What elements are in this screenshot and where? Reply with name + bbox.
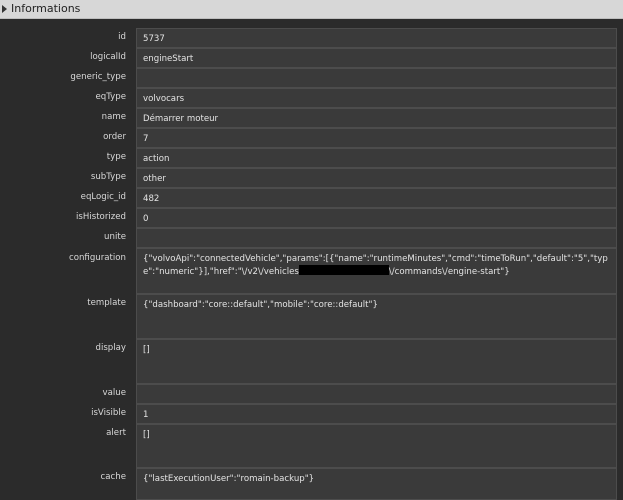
row-generic-type: generic_type	[0, 68, 623, 88]
value-name: Démarrer moteur	[136, 108, 617, 128]
row-type: type action	[0, 148, 623, 168]
value-template: {"dashboard":"core::default","mobile":"c…	[136, 294, 617, 339]
value-cache: {"lastExecutionUser":"romain-backup"}	[136, 468, 617, 500]
label-id: id	[118, 32, 126, 42]
value-generic-type	[136, 68, 617, 88]
row-value: value	[0, 384, 623, 404]
label-ishistorized: isHistorized	[76, 212, 126, 222]
label-order: order	[103, 132, 126, 142]
value-isvisible: 1	[136, 404, 617, 424]
row-cache: cache {"lastExecutionUser":"romain-backu…	[0, 468, 623, 500]
row-alert: alert []	[0, 424, 623, 468]
row-eqlogic-id: eqLogic_id 482	[0, 188, 623, 208]
value-eqtype: volvocars	[136, 88, 617, 108]
label-isvisible: isVisible	[91, 408, 126, 418]
value-eqlogic-id: 482	[136, 188, 617, 208]
panel-title: Informations	[11, 2, 81, 15]
label-alert: alert	[106, 428, 126, 438]
label-eqtype: eqType	[95, 92, 126, 102]
row-template: template {"dashboard":"core::default","m…	[0, 294, 623, 339]
informations-panel: Informations id 5737 logicalId engineSta…	[0, 0, 623, 500]
info-rows: id 5737 logicalId engineStart generic_ty…	[0, 28, 623, 500]
label-cache: cache	[100, 472, 126, 482]
label-value: value	[102, 388, 126, 398]
row-logicalid: logicalId engineStart	[0, 48, 623, 68]
row-id: id 5737	[0, 28, 623, 48]
row-display: display []	[0, 339, 623, 384]
row-subtype: subType other	[0, 168, 623, 188]
label-eqlogic-id: eqLogic_id	[80, 192, 126, 202]
row-isvisible: isVisible 1	[0, 404, 623, 424]
row-ishistorized: isHistorized 0	[0, 208, 623, 228]
redacted-block	[298, 265, 389, 275]
label-name: name	[101, 112, 126, 122]
label-unite: unite	[104, 232, 126, 242]
label-configuration: configuration	[68, 253, 126, 263]
row-unite: unite	[0, 228, 623, 248]
label-subtype: subType	[90, 172, 126, 182]
value-subtype: other	[136, 168, 617, 188]
value-unite	[136, 228, 617, 248]
value-value	[136, 384, 617, 404]
value-order: 7	[136, 128, 617, 148]
label-type: type	[106, 152, 126, 162]
chevron-right-icon[interactable]	[2, 5, 7, 13]
value-alert: []	[136, 424, 617, 468]
row-name: name Démarrer moteur	[0, 108, 623, 128]
row-eqtype: eqType volvocars	[0, 88, 623, 108]
panel-header[interactable]: Informations	[0, 0, 623, 19]
label-template: template	[87, 298, 126, 308]
label-generic-type: generic_type	[70, 72, 126, 82]
value-logicalid: engineStart	[136, 48, 617, 68]
label-display: display	[95, 343, 126, 353]
row-order: order 7	[0, 128, 623, 148]
value-display: []	[136, 339, 617, 384]
value-configuration: {"volvoApi":"connectedVehicle","params":…	[136, 248, 617, 294]
configuration-text-part2: \/commands\/engine-start"}	[388, 267, 510, 277]
value-ishistorized: 0	[136, 208, 617, 228]
row-configuration: configuration {"volvoApi":"connectedVehi…	[0, 248, 623, 294]
label-logicalid: logicalId	[90, 52, 126, 62]
value-id: 5737	[136, 28, 617, 48]
value-type: action	[136, 148, 617, 168]
